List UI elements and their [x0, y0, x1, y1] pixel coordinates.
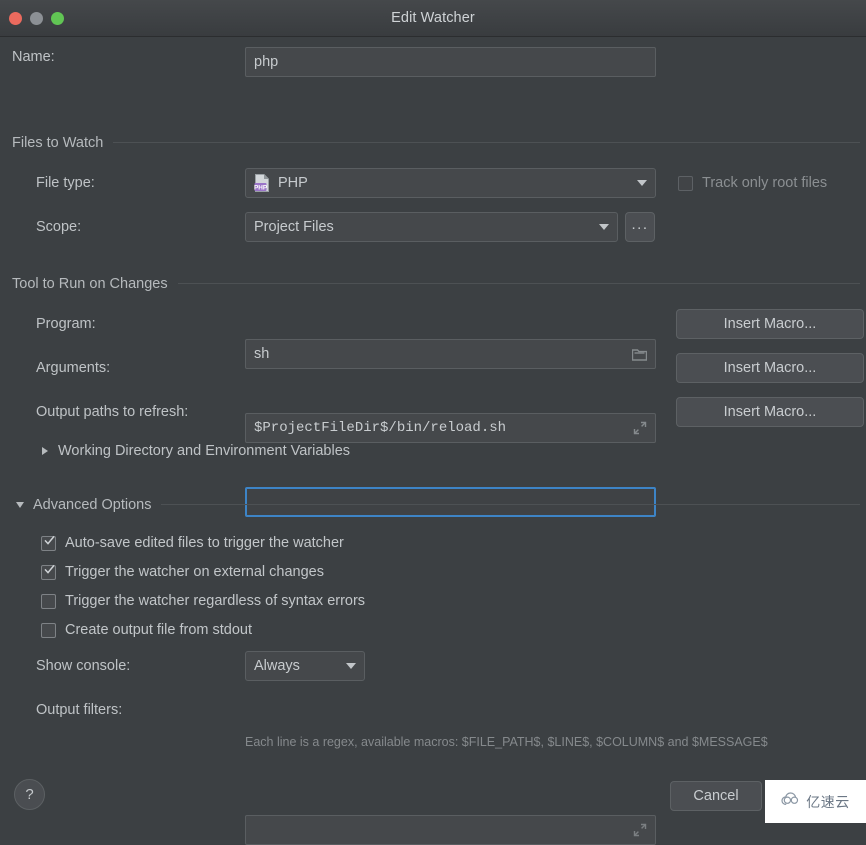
show-console-dropdown[interactable]: Always	[245, 651, 365, 681]
help-button[interactable]: ?	[14, 779, 45, 810]
window-title: Edit Watcher	[391, 10, 475, 26]
chevron-down-icon	[599, 224, 609, 230]
cloud-logo-icon	[781, 792, 803, 811]
php-file-icon: PHP	[254, 174, 271, 192]
track-only-root-files-row[interactable]: Track only root files	[678, 175, 827, 191]
section-divider	[160, 504, 860, 506]
file-type-label: File type:	[36, 175, 95, 191]
program-row: Program:	[36, 316, 96, 332]
output-paths-insert-macro-button[interactable]: Insert Macro...	[676, 397, 864, 427]
trigger-syntax-errors-checkbox[interactable]	[41, 593, 56, 609]
output-filters-input[interactable]	[245, 815, 656, 845]
expand-icon[interactable]	[627, 421, 647, 435]
svg-text:PHP: PHP	[254, 184, 268, 191]
auto-save-label: Auto-save edited files to trigger the wa…	[65, 535, 344, 551]
trigger-external-changes-label: Trigger the watcher on external changes	[65, 564, 324, 580]
folder-icon[interactable]	[627, 348, 647, 361]
section-divider	[113, 142, 860, 144]
program-input[interactable]: sh	[245, 339, 656, 369]
watermark: 亿速云	[765, 780, 866, 823]
scope-value: Project Files	[254, 219, 334, 235]
watermark-text: 亿速云	[806, 794, 850, 811]
advanced-checkbox-row[interactable]: Trigger the watcher on external changes	[41, 564, 324, 580]
scope-browse-button[interactable]: ...	[625, 212, 655, 242]
scope-label: Scope:	[36, 219, 82, 235]
program-input-value: sh	[254, 346, 270, 362]
name-input-value: php	[254, 54, 279, 70]
program-insert-macro-button[interactable]: Insert Macro...	[676, 309, 864, 339]
cancel-button[interactable]: Cancel	[670, 781, 762, 811]
chevron-down-icon	[346, 663, 356, 669]
trigger-external-changes-checkbox[interactable]	[41, 564, 56, 580]
name-row: Name:	[12, 49, 55, 65]
files-to-watch-section-header: Files to Watch	[12, 135, 860, 151]
window-controls	[9, 0, 64, 36]
section-divider	[177, 283, 860, 285]
file-type-value: PHP	[278, 175, 308, 191]
output-paths-row: Output paths to refresh:	[36, 404, 188, 420]
create-output-file-checkbox[interactable]	[41, 622, 56, 638]
maximize-button[interactable]	[51, 11, 64, 25]
dialog-body: Name: php Files to Watch File type: PHP …	[0, 37, 866, 845]
create-output-file-label: Create output file from stdout	[65, 622, 252, 638]
advanced-checkbox-row[interactable]: Trigger the watcher regardless of syntax…	[41, 593, 365, 609]
scope-dropdown[interactable]: Project Files	[245, 212, 618, 242]
title-bar: Edit Watcher	[0, 0, 866, 37]
check-icon	[44, 535, 55, 545]
check-icon	[44, 564, 55, 574]
name-input[interactable]: php	[245, 47, 656, 77]
auto-save-checkbox[interactable]	[41, 535, 56, 551]
working-directory-toggle[interactable]: Working Directory and Environment Variab…	[42, 443, 350, 459]
output-filters-row: Output filters:	[36, 702, 122, 718]
edit-watcher-dialog: Edit Watcher Name: php Files to Watch Fi…	[0, 0, 866, 845]
advanced-options-section-header[interactable]: Advanced Options	[16, 497, 860, 513]
chevron-right-icon	[42, 447, 48, 455]
advanced-checkbox-row[interactable]: Create output file from stdout	[41, 622, 252, 638]
show-console-value: Always	[254, 658, 300, 674]
scope-row: Scope:	[36, 219, 81, 235]
file-type-dropdown[interactable]: PHP PHP	[245, 168, 656, 198]
files-to-watch-label: Files to Watch	[12, 135, 104, 151]
arguments-input-value: $ProjectFileDir$/bin/reload.sh	[254, 420, 507, 436]
track-only-root-files-label: Track only root files	[702, 175, 828, 191]
tool-to-run-section-header: Tool to Run on Changes	[12, 276, 860, 292]
program-label: Program:	[36, 316, 96, 332]
name-label: Name:	[12, 49, 55, 65]
show-console-row: Show console:	[36, 658, 130, 674]
output-filters-label: Output filters:	[36, 702, 123, 718]
advanced-options-label: Advanced Options	[33, 497, 152, 513]
output-paths-label: Output paths to refresh:	[36, 404, 189, 420]
arguments-input[interactable]: $ProjectFileDir$/bin/reload.sh	[245, 413, 656, 443]
chevron-down-icon	[637, 180, 647, 186]
close-button[interactable]	[9, 11, 22, 25]
trigger-syntax-errors-label: Trigger the watcher regardless of syntax…	[65, 593, 366, 609]
file-type-row: File type:	[36, 175, 95, 191]
tool-to-run-label: Tool to Run on Changes	[12, 276, 168, 292]
working-directory-label: Working Directory and Environment Variab…	[58, 443, 351, 459]
chevron-down-icon	[16, 502, 24, 508]
arguments-row: Arguments:	[36, 360, 110, 376]
expand-icon[interactable]	[627, 823, 647, 837]
arguments-insert-macro-button[interactable]: Insert Macro...	[676, 353, 864, 383]
track-only-root-files-checkbox[interactable]	[678, 175, 693, 191]
arguments-label: Arguments:	[36, 360, 111, 376]
output-filters-hint: Each line is a regex, available macros: …	[245, 735, 768, 749]
advanced-checkbox-row[interactable]: Auto-save edited files to trigger the wa…	[41, 535, 344, 551]
minimize-button[interactable]	[30, 11, 43, 25]
show-console-label: Show console:	[36, 658, 131, 674]
